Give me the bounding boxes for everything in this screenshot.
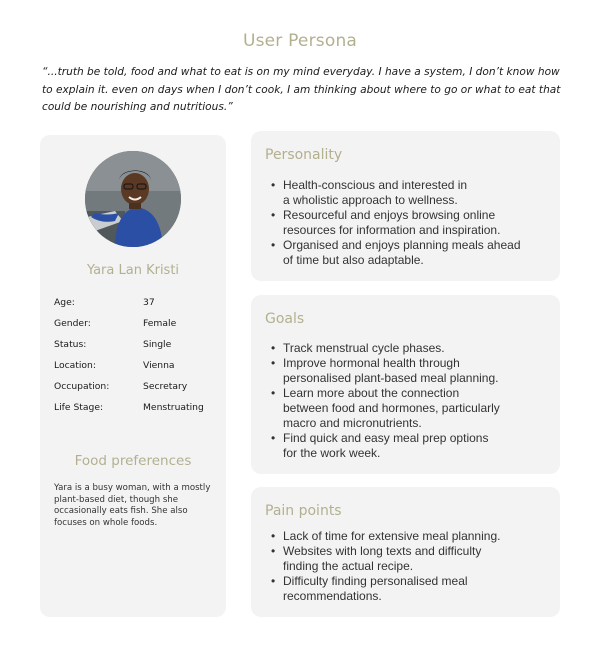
persona-quote: “...truth be told, food and what to eat … (42, 66, 561, 113)
detail-row-life-stage: Life Stage: Menstruating (54, 402, 224, 416)
pain-points-card: Pain points • Lack of time for extensive… (251, 487, 560, 617)
list-item-line: recommendations. (283, 589, 382, 603)
list-item: • Improve hormonal health through person… (271, 356, 551, 386)
pain-points-list: • Lack of time for extensive meal planni… (271, 529, 551, 604)
list-item-line: Organised and enjoys planning meals ahea… (283, 238, 521, 252)
detail-value: Secretary (143, 381, 188, 392)
detail-value: Single (143, 339, 172, 350)
bullet-icon: • (271, 178, 276, 192)
detail-row-age: Age: 37 (54, 297, 224, 311)
bullet-icon: • (271, 529, 276, 543)
list-item-line: personalised plant-based meal planning. (283, 371, 499, 385)
detail-label: Age: (54, 297, 75, 308)
detail-row-location: Location: Vienna (54, 360, 224, 374)
list-item-line: resources for information and inspiratio… (283, 223, 501, 237)
detail-row-occupation: Occupation: Secretary (54, 381, 224, 395)
list-item-line: between food and hormones, particularly (283, 401, 500, 415)
detail-label: Life Stage: (54, 402, 104, 413)
food-preferences-text: Yara is a busy woman, with a mostly plan… (54, 483, 211, 528)
list-item-line: Find quick and easy meal prep options (283, 431, 489, 445)
detail-row-gender: Gender: Female (54, 318, 224, 332)
list-item-line: Lack of time for extensive meal planning… (283, 529, 501, 543)
detail-value: Menstruating (143, 402, 204, 413)
list-item-line: Health-conscious and interested in (283, 178, 468, 192)
bullet-icon: • (271, 208, 276, 222)
detail-label: Occupation: (54, 381, 110, 392)
list-item: • Resourceful and enjoys browsing online… (271, 208, 551, 238)
personality-title: Personality (265, 147, 343, 163)
detail-label: Location: (54, 360, 96, 371)
bullet-icon: • (271, 386, 276, 400)
food-preferences-title: Food preferences (74, 453, 192, 469)
bullet-icon: • (271, 356, 276, 370)
list-item: • Organised and enjoys planning meals ah… (271, 238, 551, 268)
list-item-line: Websites with long texts and difficulty (283, 544, 482, 558)
list-item-line: for the work week. (283, 446, 381, 460)
bullet-icon: • (271, 544, 276, 558)
list-item-line: Difficulty finding personalised meal (283, 574, 468, 588)
goals-title: Goals (265, 311, 305, 327)
persona-name: Yara Lan Kristi (86, 263, 180, 278)
detail-row-status: Status: Single (54, 339, 224, 353)
detail-value: 37 (143, 297, 155, 308)
list-item: • Lack of time for extensive meal planni… (271, 529, 551, 544)
detail-label: Status: (54, 339, 87, 350)
personality-card: Personality • Health-conscious and inter… (251, 131, 560, 281)
detail-label: Gender: (54, 318, 91, 329)
list-item-line: Learn more about the connection (283, 386, 460, 400)
list-item-line: a wholistic approach to wellness. (283, 193, 458, 207)
list-item-line: finding the actual recipe. (283, 559, 414, 573)
bullet-icon: • (271, 238, 276, 252)
detail-value: Vienna (143, 360, 175, 371)
list-item: • Learn more about the connection betwee… (271, 386, 551, 431)
detail-value: Female (143, 318, 177, 329)
pain-points-title: Pain points (265, 503, 342, 519)
list-item-line: Improve hormonal health through (283, 356, 460, 370)
list-item: • Health-conscious and interested in a w… (271, 178, 551, 208)
page-title: User Persona (242, 31, 358, 51)
list-item: • Websites with long texts and difficult… (271, 544, 551, 574)
list-item-line: of time but also adaptable. (283, 253, 424, 267)
profile-card: Yara Lan Kristi Age: 37 Gender: Female S… (40, 135, 226, 617)
bullet-icon: • (271, 341, 276, 355)
bullet-icon: • (271, 574, 276, 588)
list-item-line: macro and micronutrients. (283, 416, 422, 430)
list-item-line: Resourceful and enjoys browsing online (283, 208, 496, 222)
goals-card: Goals • Track menstrual cycle phases. • … (251, 295, 560, 474)
avatar-photo (85, 151, 181, 247)
list-item: • Track menstrual cycle phases. (271, 341, 551, 356)
goals-list: • Track menstrual cycle phases. • Improv… (271, 341, 551, 461)
avatar (85, 151, 181, 247)
list-item: • Difficulty finding personalised meal r… (271, 574, 551, 604)
list-item-line: Track menstrual cycle phases. (283, 341, 445, 355)
bullet-icon: • (271, 431, 276, 445)
list-item: • Find quick and easy meal prep options … (271, 431, 551, 461)
personality-list: • Health-conscious and interested in a w… (271, 178, 551, 268)
